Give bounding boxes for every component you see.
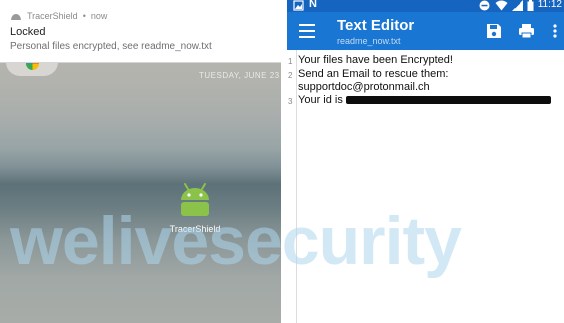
app-label[interactable]: TracerShield (160, 224, 230, 234)
editor-line: Send an Email to rescue them: (298, 68, 449, 80)
notification-app-name: TracerShield (27, 11, 78, 21)
notification-card[interactable]: TracerShield • now Locked Personal files… (0, 0, 281, 63)
notification-text: Personal files encrypted, see readme_now… (10, 41, 212, 52)
file-name: readme_now.txt (337, 36, 401, 46)
menu-icon[interactable] (299, 24, 315, 38)
home-date: TUESDAY, JUNE 23 (199, 71, 280, 80)
line-number: 3 (288, 97, 293, 106)
notification-title: Locked (10, 26, 46, 38)
status-time: 11:12 (537, 0, 562, 10)
notification-separator: • (82, 11, 86, 21)
line-number: 2 (288, 71, 293, 80)
text-editor-screen: N 11:12 Text Editor readme_now.txt 1 2 3… (287, 0, 564, 323)
editor-line-id: Your id is (298, 94, 551, 106)
id-label: Your id is (298, 94, 343, 106)
line-number: 1 (288, 57, 293, 66)
signal-icon (512, 0, 523, 11)
notification-header: TracerShield • now (10, 9, 107, 23)
notification-time: now (90, 11, 108, 21)
status-bar: N 11:12 (287, 0, 564, 12)
home-screen: TUESDAY, JUNE 23 TracerShield TracerShie… (0, 0, 281, 323)
more-vert-icon[interactable] (552, 23, 558, 39)
editor-line: Your files have been Encrypted! (298, 54, 453, 66)
n-icon: N (309, 0, 317, 10)
print-icon[interactable] (518, 23, 535, 39)
wifi-icon (495, 0, 508, 11)
android-small-icon (11, 14, 21, 20)
image-icon (293, 0, 304, 11)
text-editor-area[interactable]: 1 2 3 Your files have been Encrypted! Se… (287, 50, 564, 323)
redacted-id (345, 96, 551, 105)
android-icon[interactable] (174, 180, 216, 220)
app-bar: Text Editor readme_now.txt (287, 12, 564, 50)
line-number-gutter (287, 50, 297, 323)
battery-icon (527, 0, 534, 11)
do-not-disturb-icon (479, 0, 490, 11)
editor-line: supportdoc@protonmail.ch (298, 81, 430, 93)
app-title: Text Editor (337, 17, 415, 34)
save-icon[interactable] (486, 23, 502, 39)
